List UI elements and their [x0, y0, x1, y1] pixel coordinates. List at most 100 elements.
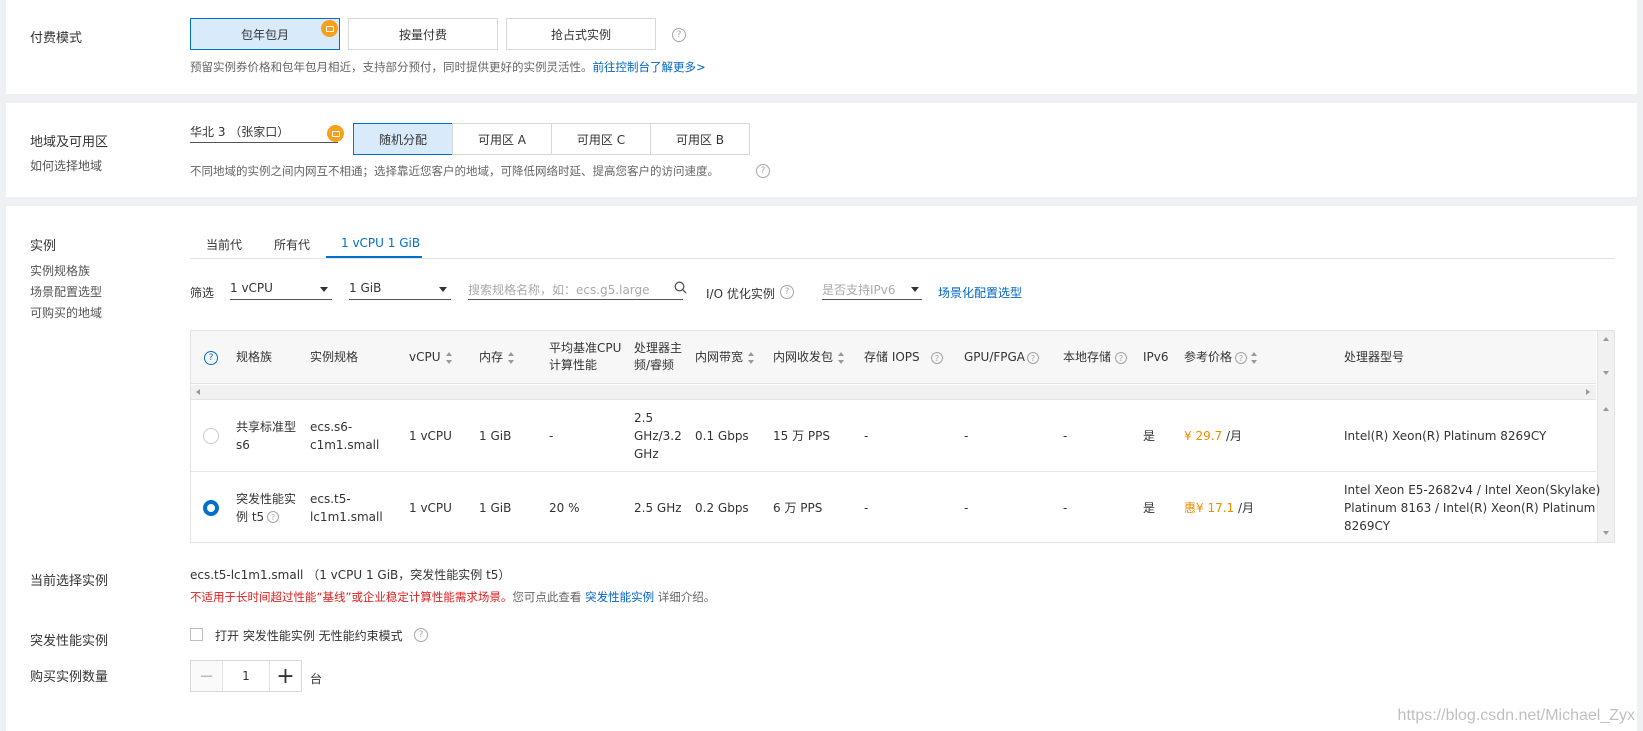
billing-help-icon[interactable]: ? — [672, 28, 686, 42]
sort-vcpu-icon[interactable] — [445, 351, 453, 364]
region-label: 地域及可用区 — [30, 135, 109, 150]
cell-spec: ecs.s6- c1m1.small — [310, 418, 379, 454]
billing-option-pay-as-you-go[interactable]: 按量付费 — [348, 18, 498, 50]
col-pps[interactable]: 内网收发包 — [773, 349, 845, 366]
col-cpu-model: 处理器型号 — [1344, 350, 1405, 364]
cell-family-line1: 突发性能实 — [236, 492, 297, 506]
cell-baseline: 20 % — [549, 501, 580, 515]
col-vcpu[interactable]: vCPU — [409, 349, 453, 366]
sublink-regions[interactable]: 可购买的地域 — [30, 304, 102, 321]
row-radio[interactable] — [203, 428, 219, 444]
quantity-stepper[interactable]: − 1 + — [190, 660, 302, 692]
burst-help-icon[interactable]: ? — [414, 628, 428, 642]
zone-b[interactable]: 可用区 B — [650, 123, 750, 155]
col-gpu-label: GPU/FPGA — [964, 350, 1026, 364]
billing-panel: 付费模式 包年包月 按量付费 抢占式实例 ? 预留实例券价格和包年包月相近，支持… — [6, 0, 1637, 94]
quantity-label: 购买实例数量 — [30, 670, 109, 685]
sort-price-icon[interactable] — [1251, 352, 1258, 364]
zone-random[interactable]: 随机分配 — [353, 123, 453, 155]
current-instance-label: 当前选择实例 — [30, 574, 109, 589]
tab-current-gen[interactable]: 当前代 — [206, 236, 242, 253]
ipv6-select[interactable]: 是否支持IPv6 — [822, 276, 922, 300]
sublink-family[interactable]: 实例规格族 — [30, 262, 90, 279]
search-icon[interactable] — [674, 281, 687, 294]
sort-memory-icon[interactable] — [508, 351, 515, 364]
region-select[interactable]: 华北 3 （张家口） — [190, 119, 338, 143]
table-horizontal-scrollbar[interactable] — [191, 385, 1596, 400]
scroll-up-icon-body[interactable] — [1603, 407, 1609, 411]
sort-bandwidth-icon[interactable] — [748, 351, 755, 364]
quantity-input[interactable]: 1 — [223, 661, 269, 691]
price-help-icon[interactable]: ? — [1235, 352, 1247, 364]
discount-badge-icon — [321, 20, 338, 37]
scene-config-link[interactable]: 场景化配置选型 — [938, 284, 1022, 301]
burst-unlimited-checkbox[interactable] — [190, 628, 203, 641]
col-iops: 存储 IOPS — [864, 349, 920, 366]
scroll-down-icon-body[interactable] — [1603, 531, 1609, 535]
burst-instance-link[interactable]: 突发性能实例 — [585, 590, 654, 604]
scroll-left-icon[interactable] — [196, 389, 200, 395]
spec-search-input[interactable]: 搜索规格名称，如：ecs.g5.large — [468, 276, 683, 300]
billing-option-subscription[interactable]: 包年包月 — [190, 18, 340, 50]
gpu-help-icon[interactable]: ? — [1027, 352, 1039, 364]
table-row[interactable]: 共享标准型 s6 ecs.s6- c1m1.small 1 vCPU 1 GiB -… — [191, 401, 1596, 472]
cell-bandwidth: 0.1 Gbps — [695, 429, 749, 443]
zone-c[interactable]: 可用区 C — [551, 123, 651, 155]
row-radio-selected[interactable] — [203, 500, 219, 516]
vcpu-select[interactable]: 1 vCPU — [230, 276, 332, 300]
col-freq-line2: 频/睿频 — [634, 358, 675, 372]
col-baseline: 平均基准CPU 计算性能 — [549, 340, 621, 374]
tab-all-gen[interactable]: 所有代 — [274, 236, 310, 253]
col-ipv6: IPv6 — [1143, 350, 1169, 364]
scroll-right-icon[interactable] — [1586, 389, 1590, 395]
scroll-up-icon[interactable] — [1603, 337, 1609, 341]
billing-console-link[interactable]: 前往控制台了解更多> — [593, 60, 706, 74]
sort-pps-icon[interactable] — [838, 351, 845, 364]
burst-checkbox-label[interactable]: 打开 突发性能实例 无性能约束模式 — [215, 627, 403, 644]
vcpu-select-value: 1 vCPU — [230, 281, 273, 295]
current-instance-value: ecs.t5-lc1m1.small （1 vCPU 1 GiB，突发性能实例 … — [190, 568, 511, 582]
col-freq: 处理器主 频/睿频 — [634, 340, 682, 374]
ipv6-select-placeholder: 是否支持IPv6 — [822, 283, 896, 297]
decrement-button[interactable]: − — [191, 661, 223, 691]
io-optimized-label: I/O 优化实例 — [706, 287, 775, 301]
local-storage-help-icon[interactable]: ? — [1115, 352, 1127, 364]
col-memory[interactable]: 内存 — [479, 349, 515, 366]
cell-price: 惠¥ 17.1 /月 — [1184, 499, 1254, 517]
table-row[interactable]: 突发性能实例 t5 ? ecs.t5- lc1m1.small 1 vCPU 1 … — [191, 473, 1600, 542]
region-help-link[interactable]: 如何选择地域 — [30, 157, 102, 174]
table-help-icon[interactable]: ? — [204, 351, 218, 365]
col-price[interactable]: 参考价格 — [1184, 349, 1232, 366]
billing-hint-text: 预留实例券价格和包年包月相近，支持部分预付，同时提供更好的实例灵活性。 — [190, 60, 593, 74]
tab-1vcpu-1gib[interactable]: 1 vCPU 1 GiB — [341, 236, 420, 250]
col-family: 规格族 — [236, 350, 273, 364]
increment-button[interactable]: + — [269, 661, 301, 691]
zone-a[interactable]: 可用区 A — [452, 123, 552, 155]
region-hint-help-icon[interactable]: ? — [756, 164, 770, 178]
col-local-storage: 本地存储 — [1063, 349, 1111, 366]
scroll-down-icon[interactable] — [1603, 371, 1609, 375]
region-hint: 不同地域的实例之间内网互不相通；选择靠近您客户的地域，可降低网络时延、提高您客户… — [190, 164, 719, 178]
cell-cpu-model-line3: 8269CY — [1344, 519, 1391, 533]
cell-pps: 6 万 PPS — [773, 501, 823, 515]
cell-vcpu: 1 vCPU — [409, 429, 452, 443]
iops-help-icon[interactable]: ? — [931, 352, 943, 364]
memory-select[interactable]: 1 GiB — [349, 276, 451, 300]
vcpu-chevron-down-icon — [320, 287, 328, 292]
sublink-scene[interactable]: 场景配置选型 — [30, 283, 102, 300]
cell-price: ¥ 29.7 /月 — [1184, 427, 1242, 445]
cell-cpu-model: Intel(R) Xeon(R) Platinum 8269CY — [1344, 429, 1547, 443]
t5-help-icon[interactable]: ? — [267, 511, 279, 523]
billing-label: 付费模式 — [30, 31, 83, 46]
quantity-unit: 台 — [310, 672, 323, 686]
col-gpu: GPU/FPGA — [964, 349, 1025, 366]
cell-price-unit: /月 — [1226, 429, 1243, 443]
col-bandwidth[interactable]: 内网带宽 — [695, 349, 755, 366]
col-spec: 实例规格 — [310, 350, 359, 364]
cell-bandwidth: 0.2 Gbps — [695, 501, 749, 515]
cell-iops: - — [864, 429, 869, 443]
billing-option-preemptible[interactable]: 抢占式实例 — [506, 18, 656, 50]
cell-gpu: - — [964, 501, 969, 515]
io-help-icon[interactable]: ? — [780, 285, 794, 299]
cell-price-value: ¥ 17.1 — [1196, 501, 1235, 515]
